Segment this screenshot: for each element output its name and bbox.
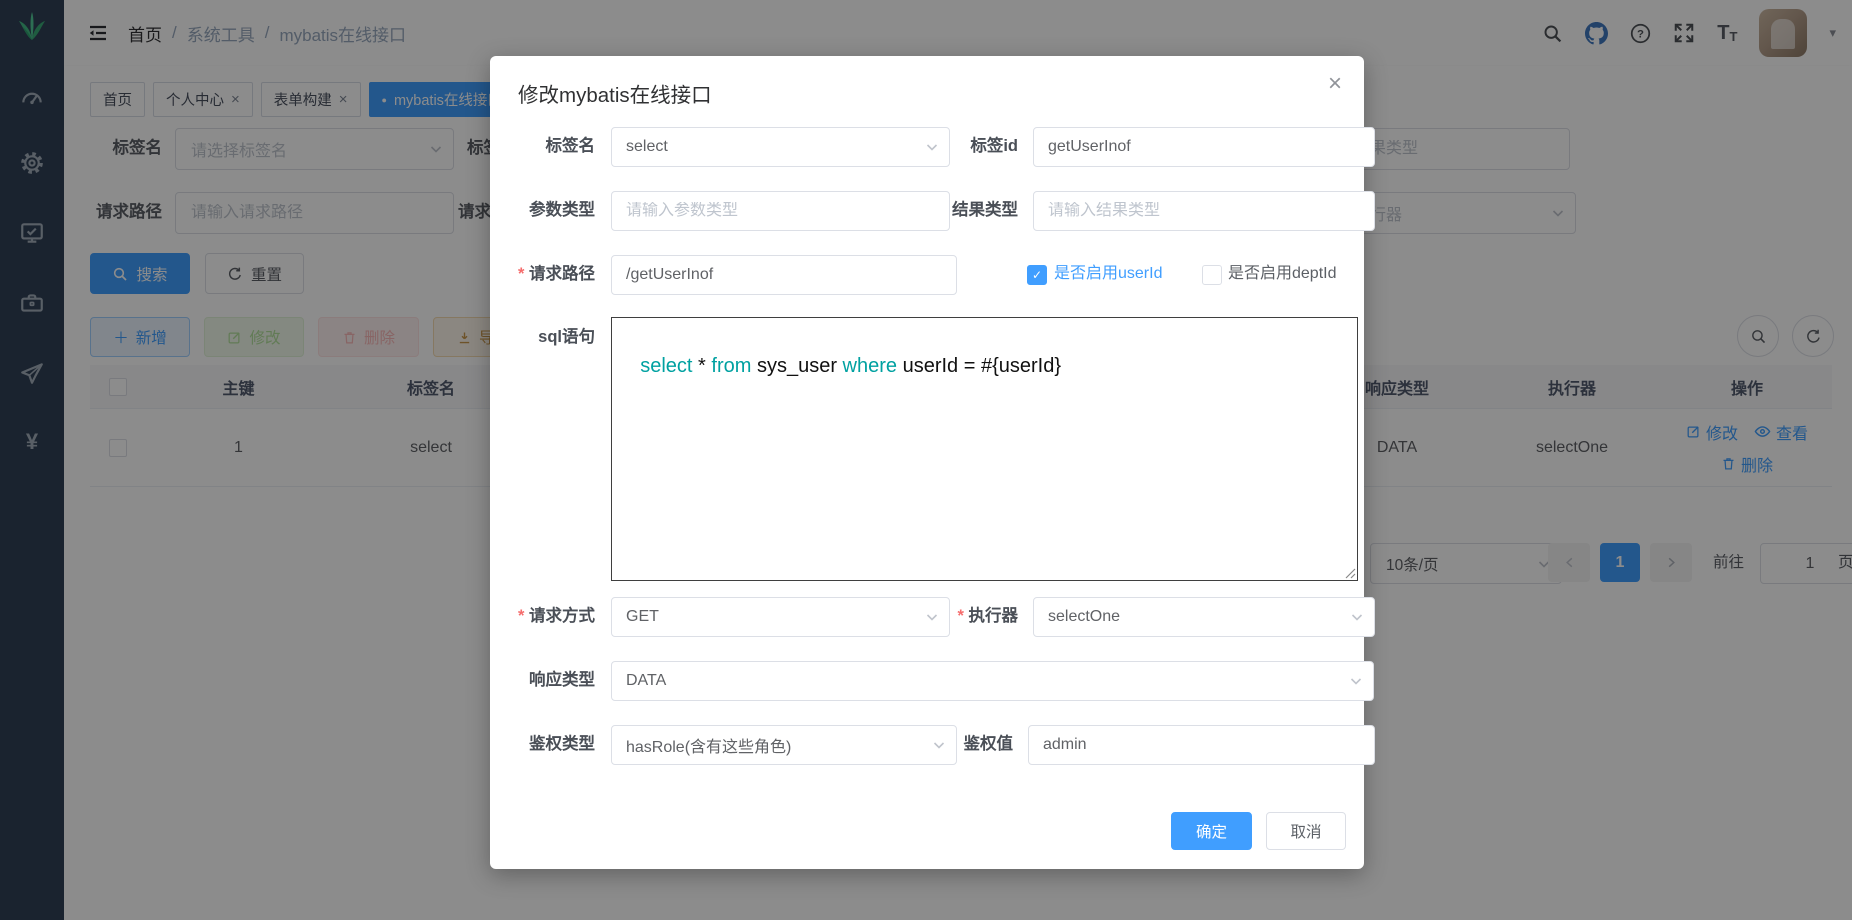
tag-name-select[interactable]: select <box>611 127 950 167</box>
path-field[interactable] <box>611 255 957 295</box>
sql-label: sql语句 <box>490 322 595 352</box>
executor-select[interactable]: selectOne <box>1033 597 1375 637</box>
sql-keyword: from <box>711 355 751 377</box>
dialog-close-icon[interactable]: × <box>1328 70 1342 98</box>
sql-editor[interactable]: select * from sys_user where userId = #{… <box>611 317 1358 581</box>
tag-name-label: 标签名 <box>490 127 595 165</box>
chevron-down-icon <box>1349 674 1363 688</box>
resize-handle-icon[interactable] <box>1345 568 1356 579</box>
path-label: 请求路径 <box>490 255 595 293</box>
sql-keyword: where <box>843 355 897 377</box>
result-type-label: 结果类型 <box>910 191 1018 229</box>
param-type-label: 参数类型 <box>490 191 595 229</box>
select-value: select <box>626 138 668 156</box>
check-icon: ✓ <box>1032 268 1042 282</box>
dialog-title: 修改mybatis在线接口 <box>518 78 712 108</box>
confirm-button[interactable]: 确定 <box>1171 812 1252 850</box>
sql-keyword: select <box>640 355 692 377</box>
select-value: selectOne <box>1048 608 1120 626</box>
tag-id-field[interactable] <box>1033 127 1375 167</box>
sql-text: * <box>692 355 711 377</box>
param-type-field[interactable] <box>611 191 950 231</box>
tag-id-label: 标签id <box>910 127 1018 165</box>
tag-id-input[interactable] <box>1048 138 1360 156</box>
chevron-down-icon <box>1350 610 1364 624</box>
select-value: hasRole(含有这些角色) <box>626 733 791 757</box>
enable-userid-label[interactable]: 是否启用userId <box>1054 255 1162 293</box>
auth-value-field[interactable] <box>1028 725 1375 765</box>
result-type-input[interactable] <box>1048 202 1360 220</box>
cancel-button[interactable]: 取消 <box>1266 812 1346 850</box>
enable-deptid-checkbox[interactable] <box>1202 265 1222 285</box>
response-type-label: 响应类型 <box>490 661 595 699</box>
result-type-field[interactable] <box>1033 191 1375 231</box>
sql-text: sys_user <box>751 355 842 377</box>
response-type-select[interactable]: DATA <box>611 661 1374 701</box>
enable-userid-checkbox[interactable]: ✓ <box>1027 265 1047 285</box>
method-select[interactable]: GET <box>611 597 950 637</box>
auth-value-input[interactable] <box>1043 736 1360 754</box>
auth-type-label: 鉴权类型 <box>490 725 595 763</box>
edit-mybatis-dialog: 修改mybatis在线接口 × 标签名 select 标签id 参数类型 结果类… <box>490 56 1364 869</box>
sql-text: userId = #{userId} <box>897 355 1061 377</box>
button-label: 取消 <box>1290 820 1321 842</box>
select-value: DATA <box>626 672 666 690</box>
button-label: 确定 <box>1196 820 1227 842</box>
select-value: GET <box>626 608 659 626</box>
path-input[interactable] <box>626 266 942 284</box>
auth-type-select[interactable]: hasRole(含有这些角色) <box>611 725 957 765</box>
param-type-input[interactable] <box>626 202 935 220</box>
method-label: 请求方式 <box>490 597 595 635</box>
auth-value-label: 鉴权值 <box>910 725 1013 763</box>
executor-label: 执行器 <box>910 597 1018 635</box>
enable-deptid-label[interactable]: 是否启用deptId <box>1228 255 1337 293</box>
